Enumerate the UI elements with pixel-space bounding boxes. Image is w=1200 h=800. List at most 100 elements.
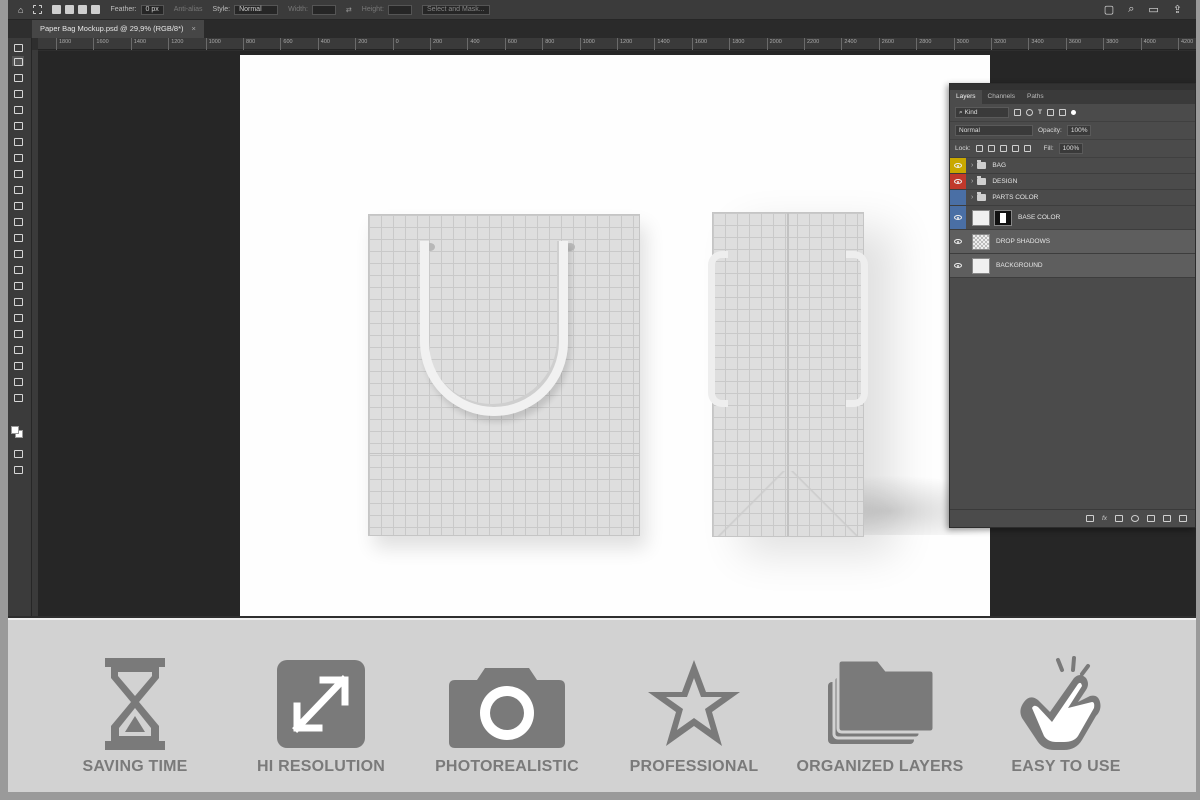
select-and-mask-button[interactable]: Select and Mask... (421, 4, 490, 15)
document-tab[interactable]: Paper Bag Mockup.psd @ 29,9% (RGB/8*) × (32, 20, 204, 38)
delete-layer-icon[interactable] (1179, 515, 1187, 522)
visibility-toggle[interactable] (950, 190, 966, 205)
layer-mask-thumbnail[interactable] (994, 209, 1012, 226)
panel-tab-paths[interactable]: Paths (1021, 90, 1050, 104)
quick-mask-icon[interactable] (12, 448, 24, 458)
style-select[interactable]: Normal (234, 4, 279, 15)
eyedropper-tool-icon[interactable] (12, 136, 24, 146)
hand-tool-icon[interactable] (12, 344, 24, 354)
type-tool-icon[interactable] (12, 296, 24, 306)
blur-tool-icon[interactable] (12, 248, 24, 258)
pen-tool-icon[interactable] (12, 280, 24, 290)
shape-filter-icon[interactable] (1046, 109, 1054, 116)
document-canvas[interactable] (240, 55, 990, 616)
path-select-tool-icon[interactable] (12, 312, 24, 322)
marquee-preset-picker[interactable] (33, 5, 43, 14)
adjustment-layer-icon[interactable] (1131, 515, 1139, 522)
type-filter-icon[interactable]: T (1038, 109, 1042, 116)
visibility-toggle[interactable] (950, 254, 966, 277)
ruler-tick: 800 (243, 38, 255, 50)
opacity-input[interactable]: 100% (1066, 125, 1092, 136)
bottom-fold-right (787, 471, 863, 536)
search-icon[interactable]: ⌕ (1128, 3, 1134, 16)
layer-row[interactable]: › DESIGN (950, 174, 1195, 190)
ruler-tick: 4200 (1178, 38, 1193, 50)
share-icon[interactable]: ▢ (1104, 3, 1114, 16)
ruler-tick: 2800 (916, 38, 931, 50)
new-group-icon[interactable] (1147, 515, 1155, 522)
lasso-tool-icon[interactable] (12, 72, 24, 82)
share-upload-icon[interactable]: ⇪ (1173, 3, 1182, 16)
history-brush-tool-icon[interactable] (12, 200, 24, 210)
new-selection-icon[interactable] (52, 5, 62, 14)
chevron-right-icon[interactable]: › (971, 178, 973, 185)
healing-tool-icon[interactable] (12, 152, 24, 162)
layer-row[interactable]: › BAG (950, 158, 1195, 174)
chevron-right-icon[interactable]: › (971, 194, 973, 201)
panel-tab-channels[interactable]: Channels (982, 90, 1021, 104)
frame-tool-icon[interactable] (12, 120, 24, 130)
fx-icon[interactable]: fx (1102, 515, 1107, 522)
close-tab-icon[interactable]: × (192, 20, 196, 38)
swap-colors-icon[interactable] (12, 392, 24, 402)
fill-input[interactable]: 100% (1058, 143, 1084, 154)
rectangle-tool-icon[interactable] (12, 328, 24, 338)
subtract-selection-icon[interactable] (78, 5, 88, 14)
visibility-toggle[interactable] (950, 230, 966, 253)
chevron-right-icon[interactable]: › (971, 162, 973, 169)
link-layers-icon[interactable] (1085, 515, 1094, 522)
height-control: Height: (362, 4, 412, 15)
intersect-selection-icon[interactable] (91, 5, 101, 14)
add-selection-icon[interactable] (65, 5, 75, 14)
swap-icon[interactable]: ⇄ (346, 6, 352, 14)
more-tools-icon[interactable] (12, 376, 24, 386)
marquee-tool-icon[interactable] (12, 56, 24, 66)
add-mask-icon[interactable] (1115, 515, 1123, 522)
layer-row[interactable]: BASE COLOR (950, 206, 1195, 230)
visibility-toggle[interactable] (950, 174, 966, 189)
foreground-color-swatch[interactable] (11, 426, 19, 434)
kind-filter-select[interactable]: ⌕ Kind (955, 107, 1009, 118)
lock-all-icon[interactable] (1023, 145, 1031, 152)
panel-tab-layers[interactable]: Layers (950, 90, 982, 104)
eye-icon (954, 263, 962, 268)
crop-tool-icon[interactable] (12, 104, 24, 114)
anti-alias-checkbox[interactable]: Anti-alias (174, 6, 203, 13)
folder-icon (977, 192, 987, 201)
home-icon[interactable]: ⌂ (18, 5, 23, 15)
eraser-tool-icon[interactable] (12, 216, 24, 226)
blend-mode-select[interactable]: Normal (955, 125, 1033, 136)
dodge-tool-icon[interactable] (12, 264, 24, 274)
adjustment-filter-icon[interactable] (1026, 109, 1033, 116)
lock-artboard-icon[interactable] (1011, 145, 1019, 152)
workspace-icon[interactable]: ▭ (1148, 3, 1158, 16)
stamp-tool-icon[interactable] (12, 184, 24, 194)
screen-mode-icon[interactable] (12, 464, 24, 474)
gradient-tool-icon[interactable] (12, 232, 24, 242)
lock-pixels-icon[interactable] (987, 145, 995, 152)
pixel-filter-icon[interactable] (1014, 109, 1021, 116)
ruler-tick: 3400 (1028, 38, 1044, 50)
smart-filter-icon[interactable] (1058, 109, 1066, 116)
layer-row[interactable]: DROP SHADOWS (950, 230, 1195, 254)
lock-position-icon[interactable] (999, 145, 1007, 152)
quick-select-tool-icon[interactable] (12, 88, 24, 98)
layer-name: PARTS COLOR (992, 194, 1039, 201)
visibility-toggle[interactable] (950, 158, 966, 173)
selection-mode-group[interactable] (52, 5, 101, 14)
zoom-tool-icon[interactable] (12, 360, 24, 370)
lock-transparent-icon[interactable] (975, 145, 983, 152)
brush-tool-icon[interactable] (12, 168, 24, 178)
layer-row[interactable]: › PARTS COLOR (950, 190, 1195, 206)
new-layer-icon[interactable] (1163, 515, 1171, 522)
filter-toggle-icon[interactable] (1070, 110, 1076, 115)
panel-tabs: Layers Channels Paths (950, 90, 1195, 104)
width-input[interactable] (311, 4, 336, 15)
ruler-tick: 600 (280, 38, 293, 50)
layer-row[interactable]: BACKGROUND (950, 254, 1195, 278)
move-tool-icon[interactable] (12, 42, 24, 52)
folder-icon (977, 176, 987, 185)
height-input[interactable] (387, 4, 412, 15)
feather-input[interactable]: 0 px (140, 4, 164, 15)
visibility-toggle[interactable] (950, 206, 966, 229)
